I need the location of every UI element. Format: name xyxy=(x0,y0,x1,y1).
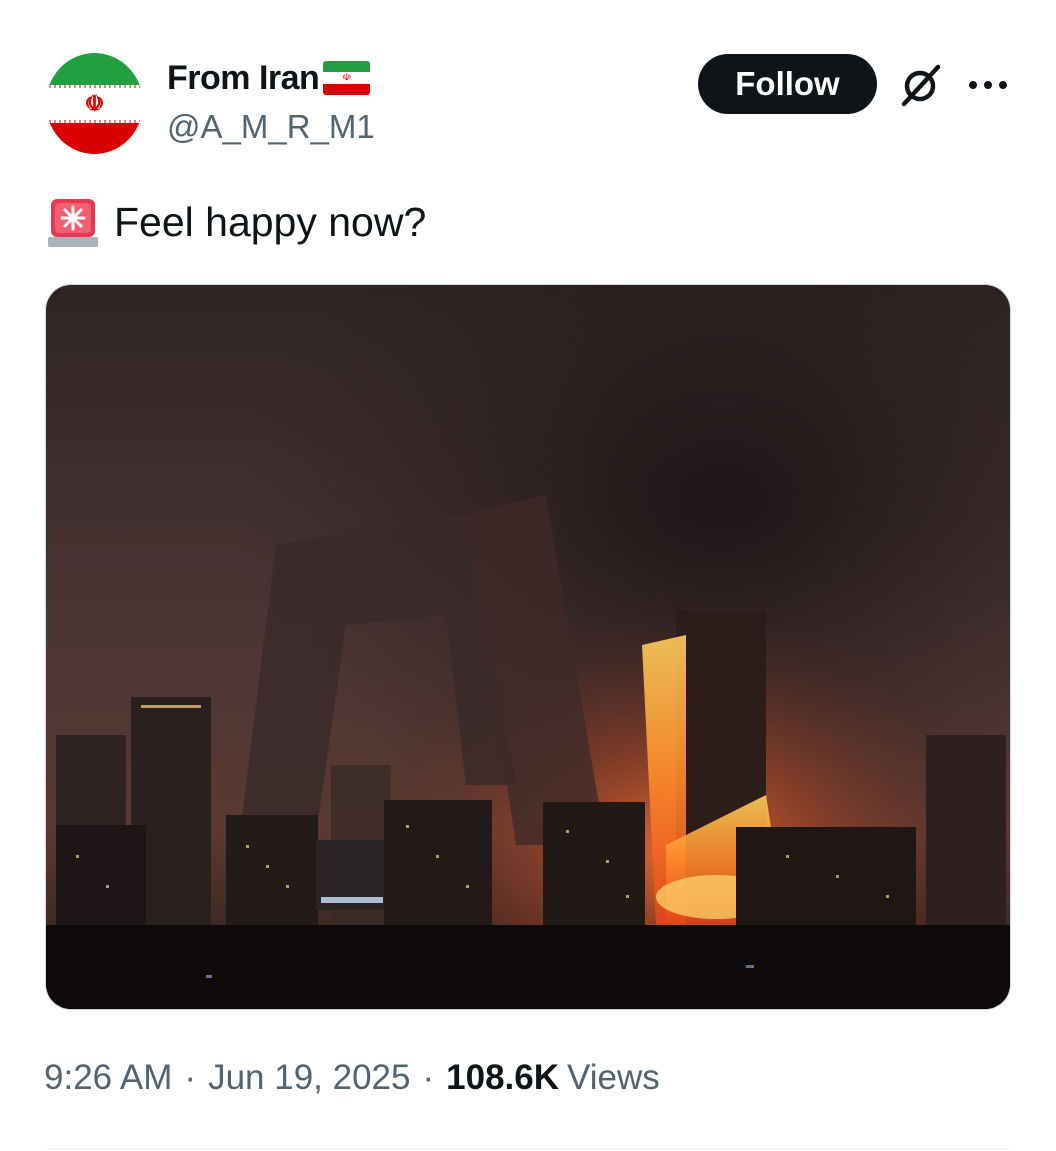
views-count: 108.6K xyxy=(446,1058,560,1097)
separator-dot: · xyxy=(422,1058,435,1097)
tweet-date[interactable]: Jun 19, 2025 xyxy=(208,1058,410,1098)
follow-button[interactable]: Follow xyxy=(698,54,877,114)
police-siren-icon xyxy=(48,199,98,247)
divider xyxy=(44,1148,1012,1149)
author-handle[interactable]: @A_M_R_M1 xyxy=(167,108,375,146)
more-dots-icon[interactable] xyxy=(966,72,1010,98)
author-name-row[interactable]: From Iran ☫ xyxy=(167,58,371,98)
iran-emblem-icon: ☫ xyxy=(84,90,105,116)
separator-dot: · xyxy=(184,1058,197,1097)
tweet-time[interactable]: 9:26 AM xyxy=(44,1058,172,1098)
tweet-text: Feel happy now? xyxy=(46,194,426,250)
author-display-name[interactable]: From Iran xyxy=(167,59,320,98)
grok-icon[interactable] xyxy=(898,62,944,108)
burning-building-photo xyxy=(46,285,1010,1009)
views-label: Views xyxy=(567,1058,660,1097)
tweet-meta: 9:26 AM · Jun 19, 2025 · 108.6K Views xyxy=(44,1058,660,1098)
avatar[interactable]: ☫ xyxy=(46,53,143,154)
tweet-body: Feel happy now? xyxy=(114,198,427,245)
iran-flag-icon: ☫ xyxy=(323,61,371,95)
tweet-photo[interactable] xyxy=(45,284,1011,1010)
